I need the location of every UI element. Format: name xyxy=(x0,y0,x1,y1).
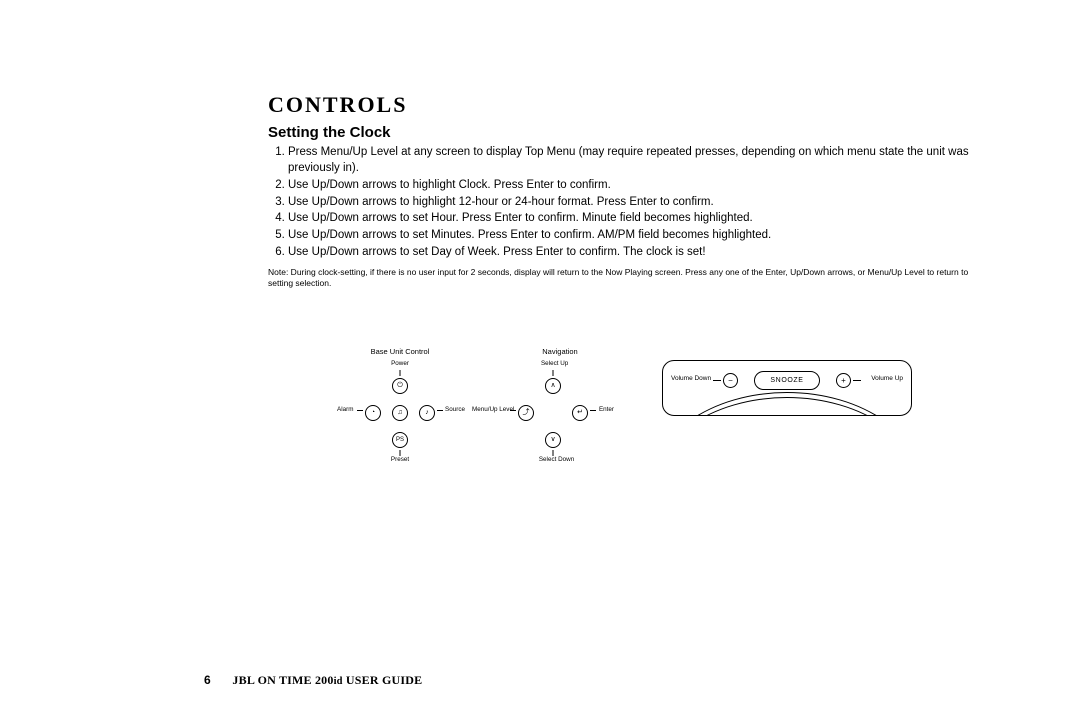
tick xyxy=(853,380,861,381)
footer-title-b: iD xyxy=(334,676,343,687)
content-area: CONTROLS Setting the Clock Press Menu/Up… xyxy=(268,92,1000,290)
alarm-icon: ◔ xyxy=(365,405,381,421)
label-alarm: Alarm xyxy=(337,407,353,413)
page-heading: CONTROLS xyxy=(268,92,1000,118)
enter-icon: ↵ xyxy=(572,405,588,421)
step-item: Use Up/Down arrows to highlight 12-hour … xyxy=(288,195,980,211)
label-select-up: Select Up xyxy=(541,361,568,367)
tick xyxy=(553,370,554,376)
diagrams-row: Base Unit Control Power ⏻ Alarm ◔ ♫ Sour… xyxy=(340,348,912,452)
tick xyxy=(510,410,516,411)
step-item: Use Up/Down arrows to set Hour. Press En… xyxy=(288,211,980,227)
base-unit-diagram: Base Unit Control Power ⏻ Alarm ◔ ♫ Sour… xyxy=(340,348,460,452)
tick xyxy=(437,410,443,411)
step-item: Press Menu/Up Level at any screen to dis… xyxy=(288,145,980,177)
section-heading: Setting the Clock xyxy=(268,124,1000,141)
device-diagram: Volume Down − SNOOZE + Volume Up xyxy=(662,348,912,416)
tick xyxy=(400,370,401,376)
navigation-diagram: Navigation Select Up ∧ Menu/Up Level ⤴ E… xyxy=(478,348,628,452)
device-outline: Volume Down − SNOOZE + Volume Up xyxy=(662,360,912,416)
chevron-down-icon: ∨ xyxy=(545,432,561,448)
plus-icon: + xyxy=(836,373,851,388)
label-power: Power xyxy=(391,361,409,367)
menu-icon: ⤴ xyxy=(518,405,534,421)
source-icon: ♪ xyxy=(419,405,435,421)
tick xyxy=(400,450,401,456)
label-enter: Enter xyxy=(599,407,614,413)
label-preset: Preset xyxy=(391,457,409,463)
page-number: 6 xyxy=(204,673,211,687)
tick xyxy=(713,380,721,381)
music-icon: ♫ xyxy=(392,405,408,421)
note-text: Note: During clock-setting, if there is … xyxy=(268,267,980,290)
label-source: Source xyxy=(445,407,465,413)
page-footer: 6 JBL ON TIME 200iD USER GUIDE xyxy=(204,673,422,688)
steps-list: Press Menu/Up Level at any screen to dis… xyxy=(268,145,980,261)
footer-title-a: JBL ON TIME 200 xyxy=(232,673,333,687)
tick xyxy=(553,450,554,456)
label-volume-down: Volume Down xyxy=(671,376,711,383)
base-pad: ⏻ Alarm ◔ ♫ Source ♪ PS xyxy=(361,374,439,452)
minus-icon: − xyxy=(723,373,738,388)
label-menu-up-level: Menu/Up Level xyxy=(472,407,514,413)
step-item: Use Up/Down arrows to set Minutes. Press… xyxy=(288,228,980,244)
diagram-title: Base Unit Control xyxy=(340,348,460,356)
chevron-up-icon: ∧ xyxy=(545,378,561,394)
diagram-title: Navigation xyxy=(492,348,628,356)
label-select-down: Select Down xyxy=(539,457,574,463)
power-icon: ⏻ xyxy=(392,378,408,394)
tick xyxy=(357,410,363,411)
nav-pad: ∧ Menu/Up Level ⤴ Enter ↵ ∨ xyxy=(514,374,592,452)
step-item: Use Up/Down arrows to highlight Clock. P… xyxy=(288,178,980,194)
footer-title-c: USER GUIDE xyxy=(343,673,423,687)
step-item: Use Up/Down arrows to set Day of Week. P… xyxy=(288,245,980,261)
tick xyxy=(590,410,596,411)
label-volume-up: Volume Up xyxy=(871,376,903,383)
snooze-button: SNOOZE xyxy=(754,371,820,390)
preset-icon: PS xyxy=(392,432,408,448)
